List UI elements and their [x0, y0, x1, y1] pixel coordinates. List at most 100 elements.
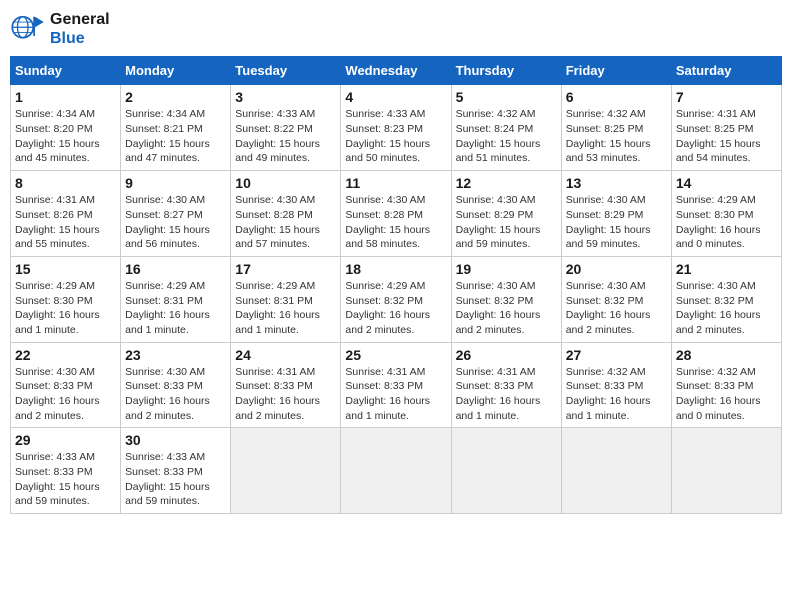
sunrise-label: Sunrise: 4:32 AM [456, 108, 536, 120]
sunrise-label: Sunrise: 4:31 AM [676, 108, 756, 120]
sunset-label: Sunset: 8:33 PM [125, 380, 203, 392]
sunrise-label: Sunrise: 4:30 AM [456, 280, 536, 292]
calendar-day-cell: 6 Sunrise: 4:32 AM Sunset: 8:25 PM Daylight… [561, 85, 671, 171]
sunrise-label: Sunrise: 4:31 AM [15, 194, 95, 206]
calendar-week-row: 22 Sunrise: 4:30 AMSunset: 8:33 PMDayligh… [11, 342, 782, 428]
daylight-label: Daylight: 15 hours and 51 minutes. [456, 138, 541, 165]
day-number: 24 [235, 347, 336, 363]
calendar-day-cell [231, 428, 341, 514]
sunset-label: Sunset: 8:23 PM [345, 123, 423, 135]
calendar-day-cell: 19Sunrise: 4:30 AMSunset: 8:32 PMDayligh… [451, 256, 561, 342]
day-number: 28 [676, 347, 777, 363]
day-info: Sunrise: 4:30 AMSunset: 8:27 PMDaylight:… [125, 193, 226, 252]
column-header-sunday: Sunday [11, 57, 121, 85]
daylight-label: Daylight: 15 hours and 47 minutes. [125, 138, 210, 165]
sunrise-label: Sunrise: 4:31 AM [456, 366, 536, 378]
sunset-label: Sunset: 8:30 PM [676, 209, 754, 221]
day-number: 2 [125, 89, 226, 105]
daylight-label: Daylight: 16 hours and 1 minute. [235, 309, 320, 336]
day-info: Sunrise: 4:30 AMSunset: 8:28 PMDaylight:… [345, 193, 446, 252]
daylight-label: Daylight: 16 hours and 1 minute. [566, 395, 651, 422]
logo-icon [10, 15, 46, 43]
sunset-label: Sunset: 8:29 PM [456, 209, 534, 221]
day-info: Sunrise: 4:30 AM Sunset: 8:29 PM Daylight:… [456, 193, 557, 252]
day-number: 3 [235, 89, 336, 105]
sunrise-label: Sunrise: 4:34 AM [125, 108, 205, 120]
calendar-day-cell [451, 428, 561, 514]
day-number: 12 [456, 175, 557, 191]
column-header-tuesday: Tuesday [231, 57, 341, 85]
daylight-label: Daylight: 15 hours and 54 minutes. [676, 138, 761, 165]
day-info: Sunrise: 4:29 AMSunset: 8:30 PMDaylight:… [15, 279, 116, 338]
day-info: Sunrise: 4:31 AMSunset: 8:33 PMDaylight:… [235, 365, 336, 424]
day-info: Sunrise: 4:32 AMSunset: 8:33 PMDaylight:… [676, 365, 777, 424]
daylight-label: Daylight: 15 hours and 55 minutes. [15, 224, 100, 251]
day-number: 20 [566, 261, 667, 277]
daylight-label: Daylight: 16 hours and 1 minute. [15, 309, 100, 336]
calendar-week-row: 15Sunrise: 4:29 AMSunset: 8:30 PMDayligh… [11, 256, 782, 342]
daylight-label: Daylight: 16 hours and 2 minutes. [676, 309, 761, 336]
sunrise-label: Sunrise: 4:29 AM [345, 280, 425, 292]
daylight-label: Daylight: 16 hours and 0 minutes. [676, 395, 761, 422]
sunset-label: Sunset: 8:24 PM [456, 123, 534, 135]
sunset-label: Sunset: 8:20 PM [15, 123, 93, 135]
day-info: Sunrise: 4:30 AMSunset: 8:29 PMDaylight:… [566, 193, 667, 252]
calendar-day-cell: 25Sunrise: 4:31 AMSunset: 8:33 PMDayligh… [341, 342, 451, 428]
day-info: Sunrise: 4:29 AMSunset: 8:31 PMDaylight:… [125, 279, 226, 338]
day-number: 22 [15, 347, 116, 363]
sunrise-label: Sunrise: 4:31 AM [235, 366, 315, 378]
day-number: 27 [566, 347, 667, 363]
day-info: Sunrise: 4:32 AM Sunset: 8:25 PM Daylight:… [566, 107, 667, 166]
day-number: 6 [566, 89, 667, 105]
daylight-label: Daylight: 16 hours and 1 minute. [125, 309, 210, 336]
calendar-day-cell: 22 Sunrise: 4:30 AMSunset: 8:33 PMDayligh… [11, 342, 121, 428]
sunset-label: Sunset: 8:33 PM [15, 466, 93, 478]
calendar-week-row: 1Sunrise: 4:34 AMSunset: 8:20 PMDaylight… [11, 85, 782, 171]
day-info: Sunrise: 4:31 AMSunset: 8:25 PMDaylight:… [676, 107, 777, 166]
day-info: Sunrise: 4:34 AMSunset: 8:20 PMDaylight:… [15, 107, 116, 166]
calendar-day-cell: 27 Sunrise: 4:32 AM Sunset: 8:33 PM Dayligh… [561, 342, 671, 428]
sunrise-label: Sunrise: 4:29 AM [125, 280, 205, 292]
sunset-label: Sunset: 8:33 PM [15, 380, 93, 392]
daylight-label: Daylight: 15 hours and 59 minutes. [15, 481, 100, 508]
sunset-label: Sunset: 8:33 PM [235, 380, 313, 392]
calendar-day-cell: 14Sunrise: 4:29 AMSunset: 8:30 PMDayligh… [671, 171, 781, 257]
sunrise-label: Sunrise: 4:32 AM [566, 108, 646, 120]
calendar-day-cell: 16Sunrise: 4:29 AMSunset: 8:31 PMDayligh… [121, 256, 231, 342]
calendar-table: SundayMondayTuesdayWednesdayThursdayFrid… [10, 56, 782, 514]
daylight-label: Daylight: 15 hours and 57 minutes. [235, 224, 320, 251]
sunrise-label: Sunrise: 4:30 AM [566, 280, 646, 292]
day-number: 18 [345, 261, 446, 277]
sunrise-label: Sunrise: 4:31 AM [345, 366, 425, 378]
daylight-label: Daylight: 15 hours and 59 minutes. [456, 224, 541, 251]
sunrise-label: Sunrise: 4:34 AM [15, 108, 95, 120]
sunrise-label: Sunrise: 4:32 AM [566, 366, 646, 378]
calendar-day-cell: 15Sunrise: 4:29 AMSunset: 8:30 PMDayligh… [11, 256, 121, 342]
calendar-day-cell: 29Sunrise: 4:33 AMSunset: 8:33 PMDayligh… [11, 428, 121, 514]
sunrise-label: Sunrise: 4:32 AM [676, 366, 756, 378]
day-info: Sunrise: 4:29 AMSunset: 8:32 PMDaylight:… [345, 279, 446, 338]
calendar-day-cell: 18 Sunrise: 4:29 AMSunset: 8:32 PMDayligh… [341, 256, 451, 342]
day-number: 10 [235, 175, 336, 191]
sunset-label: Sunset: 8:33 PM [456, 380, 534, 392]
day-number: 25 [345, 347, 446, 363]
sunset-label: Sunset: 8:28 PM [345, 209, 423, 221]
daylight-label: Daylight: 15 hours and 56 minutes. [125, 224, 210, 251]
sunrise-label: Sunrise: 4:30 AM [456, 194, 536, 206]
day-info: Sunrise: 4:33 AMSunset: 8:22 PMDaylight:… [235, 107, 336, 166]
sunset-label: Sunset: 8:33 PM [566, 380, 644, 392]
calendar-week-row: 8Sunrise: 4:31 AMSunset: 8:26 PMDaylight… [11, 171, 782, 257]
sunset-label: Sunset: 8:25 PM [566, 123, 644, 135]
daylight-label: Daylight: 16 hours and 2 minutes. [566, 309, 651, 336]
daylight-label: Daylight: 16 hours and 1 minute. [456, 395, 541, 422]
daylight-label: Daylight: 15 hours and 53 minutes. [566, 138, 651, 165]
column-header-wednesday: Wednesday [341, 57, 451, 85]
calendar-day-cell: 17Sunrise: 4:29 AMSunset: 8:31 PMDayligh… [231, 256, 341, 342]
calendar-day-cell [671, 428, 781, 514]
calendar-day-cell: 5Sunrise: 4:32 AMSunset: 8:24 PMDaylight… [451, 85, 561, 171]
day-info: Sunrise: 4:30 AMSunset: 8:33 PMDaylight:… [15, 365, 116, 424]
day-number: 4 [345, 89, 446, 105]
calendar-day-cell: 1Sunrise: 4:34 AMSunset: 8:20 PMDaylight… [11, 85, 121, 171]
day-info: Sunrise: 4:33 AMSunset: 8:23 PMDaylight:… [345, 107, 446, 166]
calendar-day-cell: 8Sunrise: 4:31 AMSunset: 8:26 PMDaylight… [11, 171, 121, 257]
